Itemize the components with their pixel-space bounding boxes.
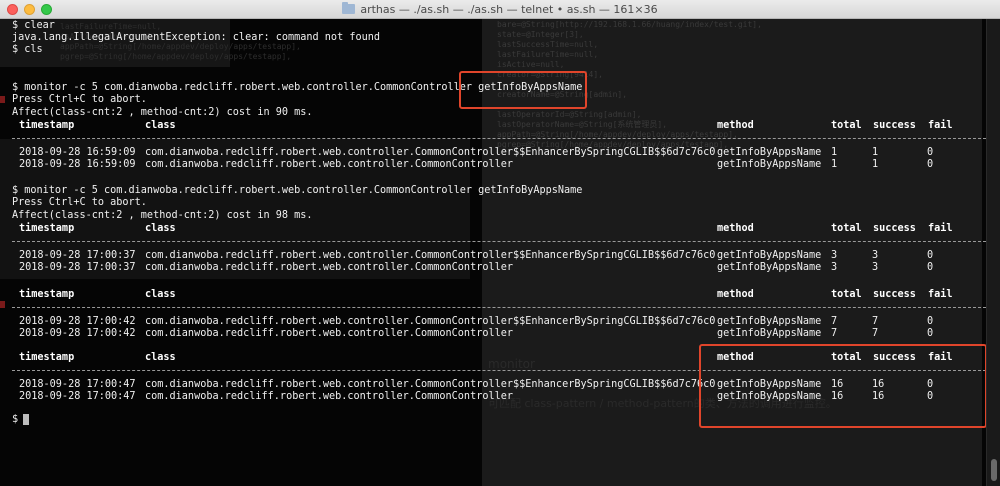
table-cell-success: 1: [872, 147, 879, 158]
terminal-line: Press Ctrl+C to abort.: [12, 94, 147, 105]
terminal-line: $ monitor -c 5 com.dianwoba.redcliff.rob…: [12, 185, 583, 196]
column-header-total: total: [831, 223, 862, 234]
background-text-line: pgrep=@String[/home/appdev/deploy/apps/t…: [60, 52, 292, 61]
table-cell-fail: 0: [927, 147, 934, 158]
folder-icon: [342, 2, 356, 14]
column-header-fail: fail: [928, 120, 953, 131]
table-cell-timestamp: 2018-09-28 17:00:42: [19, 316, 136, 327]
table-cell-method: getInfoByAppsName: [717, 147, 822, 158]
terminal-line: java.lang.IllegalArgumentException: clea…: [12, 32, 381, 43]
table-cell-method: getInfoByAppsName: [717, 316, 822, 327]
terminal-line: Affect(class-cnt:2 , method-cnt:2) cost …: [12, 210, 313, 221]
background-text-line: lastFailureTime=null,: [497, 50, 599, 59]
table-cell-fail: 0: [927, 250, 934, 261]
terminal-scrollbar[interactable]: [986, 19, 1000, 486]
table-cell-total: 7: [831, 316, 838, 327]
scrollbar-thumb[interactable]: [991, 459, 997, 481]
column-header-timestamp: timestamp: [19, 352, 75, 363]
maximize-window-button[interactable]: [41, 4, 52, 15]
background-text-line: lastFailureTime=null,: [60, 22, 162, 31]
column-header-class: class: [145, 289, 176, 300]
table-cell-success: 3: [872, 250, 879, 261]
table-cell-fail: 0: [927, 262, 934, 273]
column-header-success: success: [873, 289, 916, 300]
method-highlight-box: [459, 71, 587, 109]
monitor-command: $ monitor -c 5 com.dianwoba.redcliff.rob…: [12, 82, 479, 93]
background-red-mark: [0, 301, 5, 308]
table-cell-method: getInfoByAppsName: [717, 250, 822, 261]
table-cell-timestamp: 2018-09-28 16:59:09: [19, 147, 136, 158]
column-header-class: class: [145, 223, 176, 234]
column-header-class: class: [145, 352, 176, 363]
table-cell-total: 1: [831, 159, 838, 170]
terminal-line: Affect(class-cnt:2 , method-cnt:2) cost …: [12, 107, 313, 118]
terminal-line: Press Ctrl+C to abort.: [12, 197, 147, 208]
window-title-wrap: arthas — ./as.sh — ./as.sh — telnet • as…: [342, 2, 658, 16]
table-cell-fail: 0: [927, 328, 934, 339]
column-header-fail: fail: [928, 289, 953, 300]
table-cell-class: com.dianwoba.redcliff.robert.web.control…: [145, 159, 514, 170]
table-cell-total: 3: [831, 262, 838, 273]
window-titlebar: arthas — ./as.sh — ./as.sh — telnet • as…: [0, 0, 1000, 19]
table-cell-timestamp: 2018-09-28 17:00:37: [19, 262, 136, 273]
background-text-line: state=@Integer[3],: [497, 30, 584, 39]
table-cell-class: com.dianwoba.redcliff.robert.web.control…: [145, 391, 514, 402]
table-cell-class: com.dianwoba.redcliff.robert.web.control…: [145, 328, 514, 339]
column-header-timestamp: timestamp: [19, 120, 75, 131]
background-monitor-text: monitor: [488, 357, 535, 371]
terminal-cursor: [23, 414, 29, 425]
terminal-area[interactable]: bare=@String[http://192.168.1.66/huang/i…: [0, 19, 1000, 486]
column-header-method: method: [717, 120, 754, 131]
column-header-total: total: [831, 120, 862, 131]
background-text-line: bare=@String[http://192.168.1.66/huang/i…: [497, 20, 762, 29]
column-header-total: total: [831, 289, 862, 300]
table-cell-timestamp: 2018-09-28 17:00:47: [19, 391, 136, 402]
table-cell-total: 1: [831, 147, 838, 158]
column-header-timestamp: timestamp: [19, 289, 75, 300]
table-cell-total: 3: [831, 250, 838, 261]
window-title: arthas — ./as.sh — ./as.sh — telnet • as…: [360, 2, 658, 16]
table-cell-method: getInfoByAppsName: [717, 159, 822, 170]
table-cell-class: com.dianwoba.redcliff.robert.web.control…: [145, 147, 716, 158]
column-header-timestamp: timestamp: [19, 223, 75, 234]
column-header-method: method: [717, 223, 754, 234]
window-controls: [7, 4, 52, 15]
column-header-method: method: [717, 289, 754, 300]
column-header-success: success: [873, 120, 916, 131]
table-cell-class: com.dianwoba.redcliff.robert.web.control…: [145, 262, 514, 273]
table-cell-class: com.dianwoba.redcliff.robert.web.control…: [145, 379, 716, 390]
column-header-success: success: [873, 223, 916, 234]
table-cell-class: com.dianwoba.redcliff.robert.web.control…: [145, 250, 716, 261]
background-red-mark: [0, 96, 5, 103]
background-text-line: lastSuccessTime=null,: [497, 40, 599, 49]
table-cell-fail: 0: [927, 316, 934, 327]
table-cell-success: 7: [872, 316, 879, 327]
result-highlight-box: [699, 344, 987, 428]
background-text-line: lastOperatorId=@String[admin],: [497, 110, 642, 119]
background-text-line: isActive=null,: [497, 60, 565, 69]
table-cell-timestamp: 2018-09-28 17:00:42: [19, 328, 136, 339]
terminal-line: $ clear: [12, 20, 55, 31]
table-cell-method: getInfoByAppsName: [717, 262, 822, 273]
table-divider: [12, 241, 986, 242]
table-divider: [12, 138, 986, 139]
minimize-window-button[interactable]: [24, 4, 35, 15]
table-cell-success: 7: [872, 328, 879, 339]
terminal-prompt: $: [12, 414, 19, 425]
table-cell-method: getInfoByAppsName: [717, 328, 822, 339]
close-window-button[interactable]: [7, 4, 18, 15]
table-divider: [12, 307, 986, 308]
table-cell-timestamp: 2018-09-28 17:00:47: [19, 379, 136, 390]
table-cell-timestamp: 2018-09-28 16:59:09: [19, 159, 136, 170]
table-cell-total: 7: [831, 328, 838, 339]
table-cell-success: 3: [872, 262, 879, 273]
background-text-line: lastOperatorName=@String[系统管理员],: [497, 120, 668, 129]
terminal-line: $ cls: [12, 44, 43, 55]
table-cell-class: com.dianwoba.redcliff.robert.web.control…: [145, 316, 716, 327]
table-cell-timestamp: 2018-09-28 17:00:37: [19, 250, 136, 261]
column-header-fail: fail: [928, 223, 953, 234]
column-header-class: class: [145, 120, 176, 131]
table-cell-fail: 0: [927, 159, 934, 170]
table-cell-success: 1: [872, 159, 879, 170]
